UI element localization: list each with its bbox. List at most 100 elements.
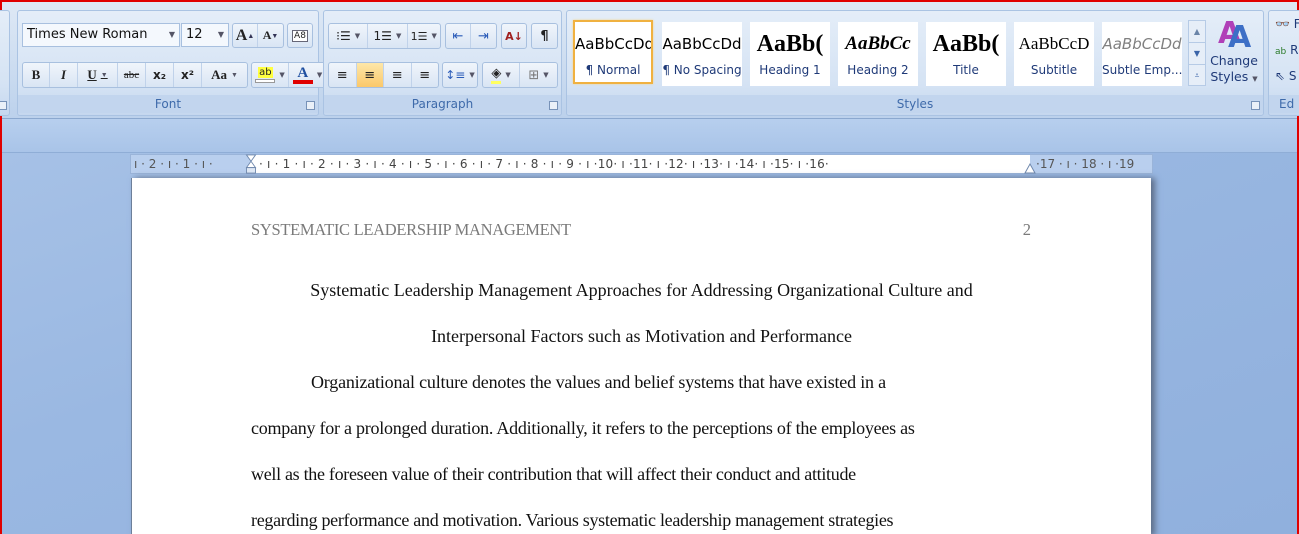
decrease-indent-button[interactable]: ⇤ — [446, 24, 472, 48]
shrink-font-button[interactable]: A ▼ — [258, 24, 283, 47]
italic-button[interactable]: I — [50, 63, 78, 87]
running-header: SYSTEMATIC LEADERSHIP MANAGEMENT — [251, 220, 571, 239]
change-styles-icon: A A — [1218, 16, 1252, 55]
chevron-down-icon[interactable]: ▼ — [543, 71, 548, 79]
find-label: F — [1293, 17, 1299, 31]
style-sample: AaBbCcDd — [662, 35, 742, 53]
font-group-label: Font — [18, 95, 318, 113]
find-button[interactable]: 👓 F — [1275, 17, 1299, 31]
style-sample: AaBbCcD — [1018, 34, 1090, 53]
list-buttons: ⁝☰ ▼ 1☰ ▼ 1☰ ▼ — [328, 23, 441, 49]
chevron-down-icon[interactable]: ▼ — [432, 32, 437, 40]
align-left-button[interactable]: ≡ — [329, 63, 357, 87]
style-heading-2[interactable]: AaBbCc Heading 2 — [838, 22, 918, 86]
line-spacing-icon: ↕≡ — [445, 68, 466, 82]
select-button[interactable]: ⇖ S — [1275, 69, 1297, 83]
style-subtle-emphasis[interactable]: AaBbCcDd Subtle Emp... — [1102, 22, 1182, 86]
show-hide-marks-button[interactable]: ¶ — [532, 24, 557, 48]
font-dialog-launcher-icon[interactable] — [306, 101, 315, 110]
highlighter-icon: ab — [258, 67, 273, 78]
align-right-button[interactable]: ≡ — [384, 63, 412, 87]
align-right-icon: ≡ — [391, 67, 403, 83]
multilevel-list-button[interactable]: 1☰ ▼ — [408, 24, 440, 48]
indent-buttons: ⇤ ⇥ — [445, 23, 497, 49]
borders-button[interactable]: ⊞ ▼ — [520, 63, 557, 87]
eraser-icon: A8 — [292, 29, 308, 42]
binoculars-icon: 👓 — [1275, 17, 1290, 31]
underline-button[interactable]: U ▼ — [78, 63, 118, 87]
strikethrough-button[interactable]: abc — [118, 63, 146, 87]
chevron-down-icon[interactable]: ▼ — [279, 71, 284, 79]
font-format-buttons: B I U ▼ abc x₂ x² Aa ▼ — [22, 62, 248, 88]
style-sample: AaBbCcDd — [1102, 35, 1182, 53]
chevron-down-icon[interactable]: ▼ — [169, 24, 175, 46]
grow-font-button[interactable]: A ▲ — [233, 24, 259, 47]
alignment-buttons: ≡ ≡ ≡ ≡ — [328, 62, 439, 88]
cursor-arrow-icon: ⇖ — [1275, 69, 1286, 83]
decrease-indent-icon: ⇤ — [452, 28, 464, 44]
clear-formatting-button[interactable]: A8 — [288, 24, 312, 47]
document-page[interactable]: SYSTEMATIC LEADERSHIP MANAGEMENT 2 Syste… — [131, 178, 1151, 534]
highlight-button[interactable]: ab ▼ — [252, 63, 290, 87]
chevron-down-icon[interactable]: ▼ — [355, 32, 360, 40]
font-color-button[interactable]: A ▼ — [289, 63, 326, 87]
chevron-down-icon[interactable]: ▼ — [469, 71, 474, 79]
select-label: S — [1288, 69, 1297, 83]
styles-dialog-launcher-icon[interactable] — [1251, 101, 1260, 110]
style-no-spacing[interactable]: AaBbCcDd ¶ No Spacing — [662, 22, 742, 86]
style-sample: AaBb( — [932, 31, 1000, 57]
font-name-combo[interactable]: Times New Roman ▼ — [22, 23, 180, 47]
font-color-swatch — [292, 80, 313, 84]
horizontal-ruler[interactable]: ı · 2 · ı · 1 · ı · · ı · 1 · ı · 2 · ı … — [130, 154, 1153, 174]
line-spacing-button[interactable]: ↕≡ ▼ — [443, 63, 477, 87]
justify-button[interactable]: ≡ — [412, 63, 439, 87]
style-subtitle[interactable]: AaBbCcD Subtitle — [1014, 22, 1094, 86]
chevron-down-icon[interactable]: ▼ — [317, 71, 322, 79]
chevron-down-icon[interactable]: ▼ — [505, 71, 510, 79]
gallery-more-icon[interactable]: ⩡ — [1189, 65, 1205, 87]
replace-button[interactable]: ab R — [1275, 43, 1298, 57]
bullets-button[interactable]: ⁝☰ ▼ — [329, 24, 369, 48]
change-case-button[interactable]: Aa ▼ — [202, 63, 247, 87]
numbering-button[interactable]: 1☰ ▼ — [368, 24, 408, 48]
chevron-down-icon[interactable]: ▼ — [101, 71, 108, 79]
right-indent-marker[interactable] — [1024, 156, 1036, 176]
sort-button[interactable]: A↓ — [502, 24, 526, 48]
style-name: ¶ No Spacing — [662, 63, 742, 77]
left-indent-marker[interactable] — [245, 154, 257, 174]
subscript-icon: x₂ — [153, 68, 166, 82]
clipboard-launcher-icon[interactable] — [0, 101, 7, 110]
style-name: Subtitle — [1030, 63, 1078, 77]
change-styles-label-1: Change — [1210, 53, 1258, 68]
superscript-button[interactable]: x² — [174, 63, 202, 87]
shading-button[interactable]: ◈ ▼ — [483, 63, 521, 87]
gallery-scroll-up-icon[interactable]: ▲ — [1189, 21, 1205, 43]
style-sample: AaBbCc — [845, 33, 911, 54]
style-heading-1[interactable]: AaBb( Heading 1 — [750, 22, 830, 86]
subscript-button[interactable]: x₂ — [146, 63, 174, 87]
align-center-button[interactable]: ≡ — [356, 63, 384, 87]
clear-formatting-wrap: A8 — [287, 23, 313, 48]
font-size-combo[interactable]: 12 ▼ — [181, 23, 229, 47]
styles-gallery-scrollbar[interactable]: ▲ ▼ ⩡ — [1188, 20, 1206, 86]
style-title[interactable]: AaBb( Title — [926, 22, 1006, 86]
paint-bucket-icon: ◈ — [491, 66, 502, 84]
chevron-down-icon[interactable]: ▼ — [218, 24, 224, 46]
chevron-down-icon[interactable]: ▼ — [231, 71, 238, 79]
style-normal[interactable]: AaBbCcDd ¶ Normal — [573, 20, 653, 84]
body-line-4: regarding performance and motivation. Va… — [251, 510, 894, 530]
paragraph-dialog-launcher-icon[interactable] — [549, 101, 558, 110]
ribbon: Times New Roman ▼ 12 ▼ A ▲ A ▼ A8 B I U ▼ a… — [0, 2, 1299, 119]
change-styles-label-2: Styles — [1210, 69, 1249, 84]
font-name-value: Times New Roman — [27, 27, 148, 42]
sort-icon: A↓ — [505, 29, 523, 43]
change-case-icon: Aa — [211, 67, 227, 82]
increase-indent-button[interactable]: ⇥ — [471, 24, 496, 48]
chevron-down-icon[interactable]: ▼ — [396, 32, 401, 40]
body-line-2: company for a prolonged duration. Additi… — [251, 418, 915, 438]
chevron-down-icon[interactable]: ▼ — [1252, 75, 1257, 83]
gallery-scroll-down-icon[interactable]: ▼ — [1189, 43, 1205, 65]
bold-button[interactable]: B — [23, 63, 50, 87]
change-styles-button[interactable]: A A Change Styles ▼ — [1208, 17, 1260, 93]
numbering-icon: 1☰ — [373, 29, 392, 43]
